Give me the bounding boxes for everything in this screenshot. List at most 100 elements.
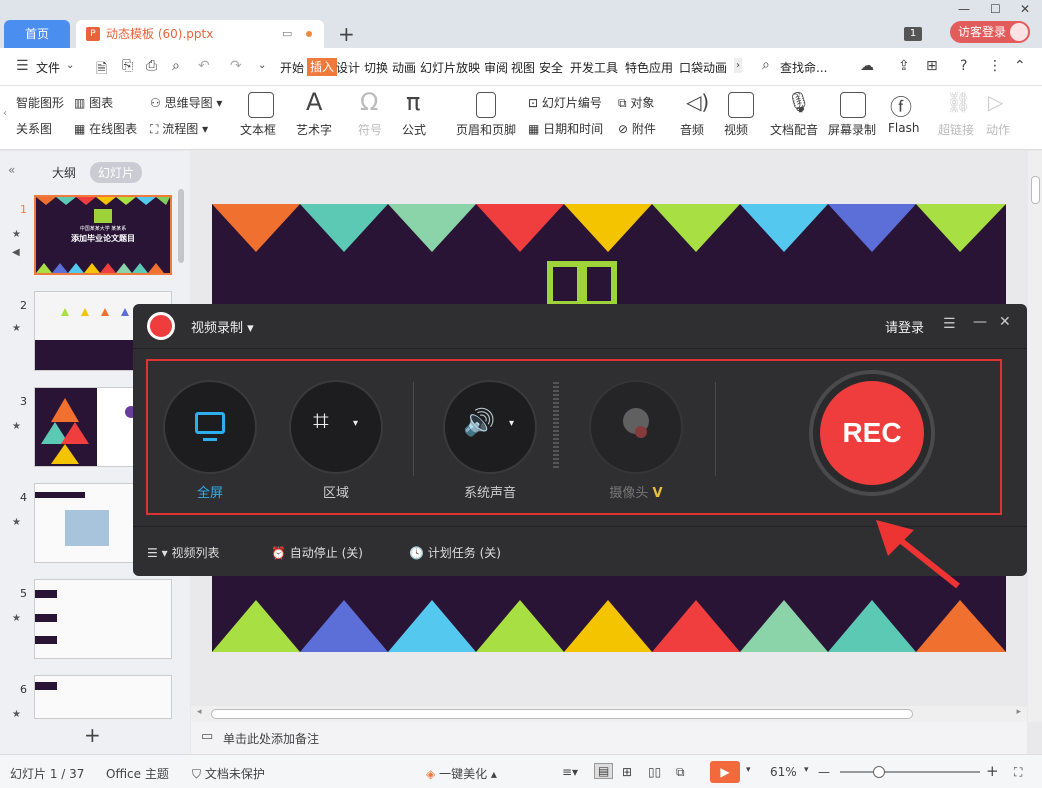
menu-view[interactable]: 视图 [511, 59, 535, 76]
vertical-scroll-handle[interactable] [1031, 176, 1040, 204]
more-tabs-chevron-icon[interactable]: › [734, 58, 742, 73]
collapse-panel-icon[interactable]: « [8, 163, 15, 177]
object-button[interactable]: ⧉ 对象 [618, 94, 654, 111]
system-audio-button[interactable]: 🔊 ▾ [443, 380, 537, 474]
slide-thumbnail[interactable] [34, 675, 172, 719]
slide-thumbnail[interactable] [34, 579, 172, 659]
wordart-icon[interactable]: A [306, 88, 322, 116]
tab-slides[interactable]: 幻灯片 [90, 162, 143, 183]
zoom-in-icon[interactable]: + [986, 762, 999, 780]
add-slide-button[interactable]: + [84, 723, 101, 747]
hyperlink-icon[interactable]: ⛓ [946, 90, 971, 114]
play-dropdown-icon[interactable]: ▾ [746, 765, 751, 775]
region-button[interactable]: ⌗ ▾ [289, 380, 383, 474]
notes-toggle-icon[interactable]: ≡▾ [562, 765, 578, 779]
menu-developer[interactable]: 开发工具 [570, 59, 618, 76]
ribbon-scroll-left-icon[interactable]: ‹ [3, 108, 7, 119]
horizontal-scroll-thumb[interactable] [211, 709, 913, 719]
thumbnail-scrollbar[interactable] [178, 189, 184, 263]
smart-shape-button[interactable]: 智能图形 [16, 94, 64, 111]
beautify-button[interactable]: ◈ 一键美化 ▴ [426, 765, 497, 782]
zoom-slider[interactable] [840, 766, 980, 778]
file-menu[interactable]: 文件 [36, 59, 60, 76]
play-slideshow-button[interactable]: ▶ [710, 761, 740, 783]
doc-dubbing-button[interactable]: 文档配音 [770, 121, 818, 138]
sorter-view-icon[interactable]: ⊞ [622, 765, 632, 779]
action-icon[interactable]: ▷ [988, 90, 1003, 114]
flash-icon[interactable]: ⓕ [890, 90, 912, 122]
tab-document[interactable]: P 动态模板 (60).pptx ▭ [76, 20, 324, 48]
recorder-menu-icon[interactable]: ☰ [943, 316, 956, 332]
video-button[interactable]: 视频 [724, 121, 748, 138]
audio-dropdown-icon[interactable]: ▾ [509, 418, 514, 429]
region-dropdown-icon[interactable]: ▾ [353, 418, 358, 429]
tab-outline[interactable]: 大纲 [52, 164, 76, 181]
relation-diagram-button[interactable]: 关系图 [16, 120, 52, 137]
online-chart-button[interactable]: ▦ 在线图表 [74, 120, 137, 137]
window-count-badge[interactable]: 1 [904, 27, 922, 41]
symbol-icon[interactable]: Ω [360, 88, 378, 116]
camera-button[interactable] [589, 380, 683, 474]
redo-icon[interactable]: ↷ [230, 58, 242, 74]
close-window-icon[interactable]: ✕ [1020, 2, 1030, 16]
collaborate-icon[interactable]: ⊞ [926, 58, 938, 74]
maximize-icon[interactable]: ☐ [990, 2, 1001, 16]
presenter-view-icon[interactable]: ⧉ [676, 765, 685, 780]
menu-design[interactable]: 设计 [336, 59, 360, 76]
protect-status[interactable]: ⛉ 文档未保护 [192, 765, 265, 782]
search-command-input[interactable]: 查找命... [780, 59, 827, 76]
horizontal-scroll-track[interactable]: ◂ ▸ [191, 706, 1027, 722]
menu-pocket-animation[interactable]: 口袋动画 [679, 59, 727, 76]
flash-button[interactable]: Flash [888, 121, 919, 135]
header-footer-icon[interactable] [476, 92, 496, 118]
recorder-close-icon[interactable]: ✕ [999, 314, 1011, 330]
cloud-sync-icon[interactable]: ☁ [860, 58, 874, 74]
recorder-login-link[interactable]: 请登录 [885, 317, 924, 336]
flowchart-button[interactable]: ⛶ 流程图 ▾ [150, 120, 208, 137]
screen-record-icon[interactable] [840, 92, 866, 118]
menu-features[interactable]: 特色应用 [625, 59, 673, 76]
fit-window-icon[interactable]: ⛶ [1014, 765, 1022, 780]
normal-view-icon[interactable]: ▤ [594, 763, 614, 779]
print-preview-icon[interactable]: ⌕ [172, 58, 180, 74]
action-button[interactable]: 动作 [986, 121, 1010, 138]
zoom-value[interactable]: 61% [770, 765, 797, 779]
symbol-button[interactable]: 符号 [358, 121, 382, 138]
tab-home[interactable]: 首页 [4, 20, 70, 48]
minimize-icon[interactable]: — [958, 2, 970, 16]
share-icon[interactable]: ⇪ [898, 58, 910, 74]
hyperlink-button[interactable]: 超链接 [938, 121, 974, 138]
video-icon[interactable] [728, 92, 754, 118]
monitor-icon[interactable]: ▭ [282, 20, 292, 48]
slide-number-button[interactable]: ⊡ 幻灯片编号 [528, 94, 602, 111]
reading-view-icon[interactable]: ▯▯ [648, 765, 661, 779]
menu-animation[interactable]: 动画 [392, 59, 416, 76]
video-list-button[interactable]: ☰ ▾ 视频列表 [147, 544, 219, 561]
auto-stop-button[interactable]: ⏰ 自动停止 (关) [271, 544, 363, 561]
guest-login-button[interactable]: 访客登录 [950, 21, 1030, 43]
menu-transition[interactable]: 切换 [364, 59, 388, 76]
chart-button[interactable]: ▥ 图表 [74, 94, 113, 111]
theme-name[interactable]: Office 主题 [106, 765, 169, 782]
mindmap-button[interactable]: ⚇ 思维导图 ▾ [150, 94, 222, 111]
menu-review[interactable]: 审阅 [484, 59, 508, 76]
microphone-icon[interactable]: 🎙 [786, 90, 811, 114]
wordart-button[interactable]: 艺术字 [296, 121, 332, 138]
more-icon[interactable]: ⋮ [988, 58, 1002, 74]
zoom-slider-handle[interactable] [873, 766, 885, 778]
notes-bar[interactable]: ▭ 单击此处添加备注 [191, 722, 1027, 754]
chevron-down-icon[interactable]: ⌄ [66, 60, 74, 71]
menu-insert[interactable]: 插入 [307, 58, 338, 76]
zoom-dropdown-icon[interactable]: ▾ [804, 765, 809, 775]
schedule-task-button[interactable]: 🕓 计划任务 (关) [409, 544, 501, 561]
save-icon[interactable]: 🗎 [96, 58, 107, 82]
format-painter-icon[interactable]: ⎘ [122, 58, 133, 74]
collapse-ribbon-icon[interactable]: ⌃ [1014, 58, 1026, 74]
datetime-button[interactable]: ▦ 日期和时间 [528, 120, 603, 137]
fullscreen-button[interactable] [163, 380, 257, 474]
scroll-left-icon[interactable]: ◂ [197, 707, 202, 717]
help-icon[interactable]: ? [960, 58, 967, 74]
undo-icon[interactable]: ↶ [198, 58, 210, 74]
header-footer-button[interactable]: 页眉和页脚 [456, 121, 516, 138]
scroll-right-icon[interactable]: ▸ [1016, 707, 1021, 717]
